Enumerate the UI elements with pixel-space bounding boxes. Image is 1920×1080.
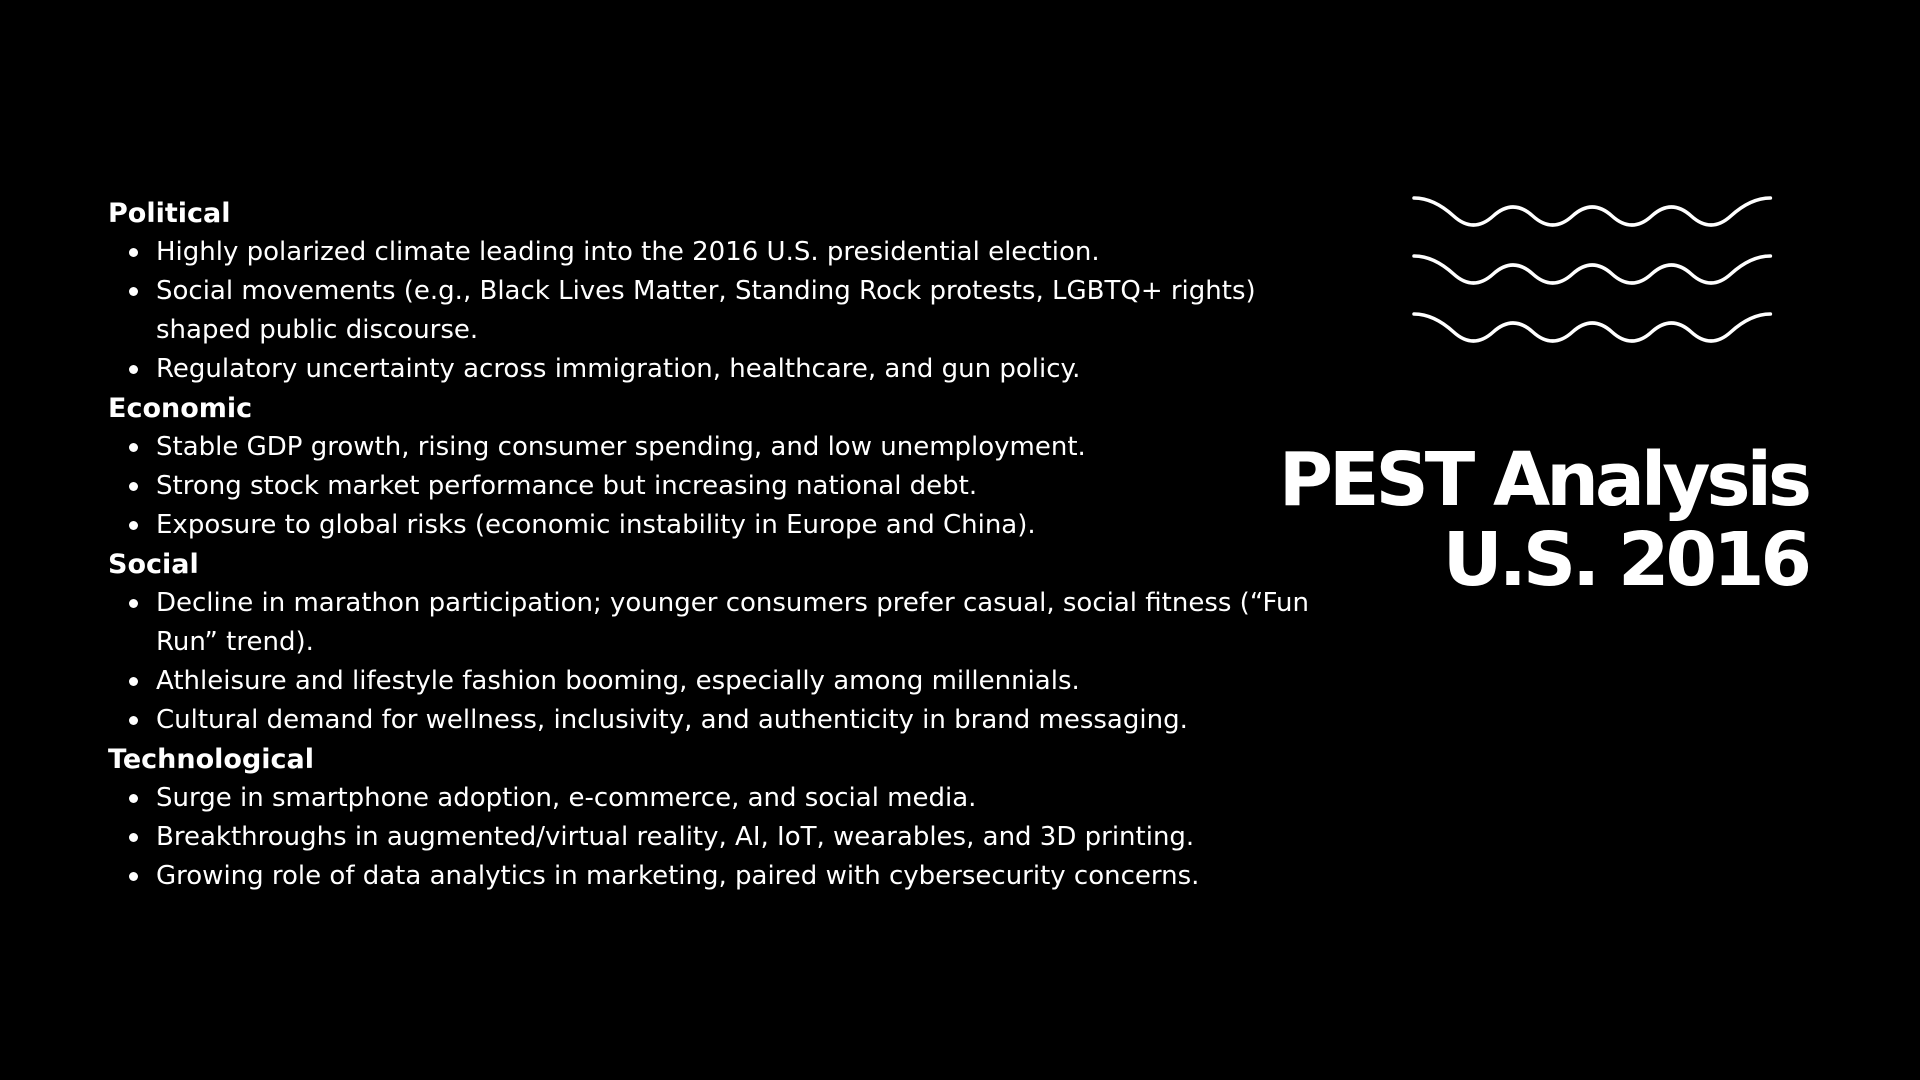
bullet-icon	[129, 287, 138, 296]
bullet-icon	[129, 521, 138, 530]
wave-line	[1412, 254, 1773, 285]
list-item-text: Social movements (e.g., Black Lives Matt…	[156, 276, 1256, 345]
bullet-icon	[129, 872, 138, 881]
list-item: Cultural demand for wellness, inclusivit…	[129, 701, 1348, 740]
slide: Political Highly polarized climate leadi…	[0, 0, 1920, 1080]
list-item: Highly polarized climate leading into th…	[129, 233, 1348, 272]
bullet-icon	[129, 443, 138, 452]
slide-title: PEST Analysis U.S. 2016	[1278, 437, 1812, 603]
bullet-icon	[129, 482, 138, 491]
bullet-icon	[129, 365, 138, 374]
list-item: Surge in smartphone adoption, e-commerce…	[129, 779, 1348, 818]
section-heading: Technological	[108, 744, 315, 775]
list-item-text: Growing role of data analytics in market…	[156, 861, 1200, 891]
bullet-list: Highly polarized climate leading into th…	[108, 233, 1348, 389]
pest-content: Political Highly polarized climate leadi…	[108, 194, 1348, 896]
bullet-icon	[129, 833, 138, 842]
list-item: Social movements (e.g., Black Lives Matt…	[129, 272, 1348, 350]
bullet-list: Decline in marathon participation; young…	[108, 584, 1348, 740]
list-item-text: Strong stock market performance but incr…	[156, 471, 978, 501]
list-item-text: Surge in smartphone adoption, e-commerce…	[156, 783, 977, 813]
section-technological: Technological Surge in smartphone adopti…	[108, 740, 1348, 896]
bullet-icon	[129, 248, 138, 257]
section-social: Social Decline in marathon participation…	[108, 545, 1348, 740]
list-item-text: Highly polarized climate leading into th…	[156, 237, 1100, 267]
list-item: Strong stock market performance but incr…	[129, 467, 1348, 506]
wave-line	[1412, 196, 1773, 227]
list-item-text: Breakthroughs in augmented/virtual reali…	[156, 822, 1195, 852]
wave-line	[1412, 312, 1773, 343]
list-item-text: Cultural demand for wellness, inclusivit…	[156, 705, 1188, 735]
list-item-text: Exposure to global risks (economic insta…	[156, 510, 1036, 540]
bullet-list: Surge in smartphone adoption, e-commerce…	[108, 779, 1348, 896]
list-item: Stable GDP growth, rising consumer spend…	[129, 428, 1348, 467]
title-line-1: PEST Analysis	[1278, 437, 1812, 523]
bullet-icon	[129, 794, 138, 803]
list-item: Decline in marathon participation; young…	[129, 584, 1348, 662]
list-item: Growing role of data analytics in market…	[129, 857, 1348, 896]
list-item: Regulatory uncertainty across immigratio…	[129, 350, 1348, 389]
wavy-lines-icon	[1412, 196, 1773, 343]
bullet-icon	[129, 599, 138, 608]
list-item: Athleisure and lifestyle fashion booming…	[129, 662, 1348, 701]
section-economic: Economic Stable GDP growth, rising consu…	[108, 389, 1348, 545]
section-heading: Social	[108, 549, 199, 580]
list-item-text: Stable GDP growth, rising consumer spend…	[156, 432, 1086, 462]
section-political: Political Highly polarized climate leadi…	[108, 194, 1348, 389]
bullet-icon	[129, 716, 138, 725]
bullet-list: Stable GDP growth, rising consumer spend…	[108, 428, 1348, 545]
section-heading: Economic	[108, 393, 253, 424]
title-line-2: U.S. 2016	[1442, 517, 1812, 603]
list-item-text: Regulatory uncertainty across immigratio…	[156, 354, 1081, 384]
bullet-icon	[129, 677, 138, 686]
list-item-text: Athleisure and lifestyle fashion booming…	[156, 666, 1080, 696]
list-item: Exposure to global risks (economic insta…	[129, 506, 1348, 545]
section-heading: Political	[108, 198, 231, 229]
list-item: Breakthroughs in augmented/virtual reali…	[129, 818, 1348, 857]
list-item-text: Decline in marathon participation; young…	[156, 588, 1309, 657]
